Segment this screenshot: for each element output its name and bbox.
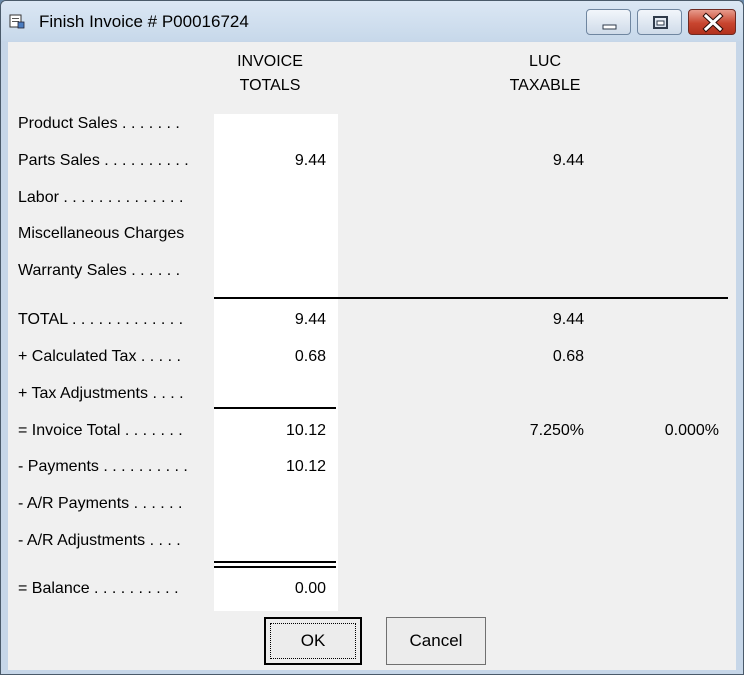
payments-label: - Payments . . . . . . . . . . xyxy=(18,458,188,475)
tax-adjustments-label: + Tax Adjustments . . . . xyxy=(18,385,184,402)
total-luc-value: 9.44 xyxy=(552,311,584,328)
title-bar[interactable]: Finish Invoice # P00016724 xyxy=(1,1,743,41)
maximize-button[interactable] xyxy=(637,9,682,35)
invoice-total-label: = Invoice Total . . . . . . . xyxy=(18,422,183,439)
other-tax-rate-value: 0.000% xyxy=(664,422,719,439)
parts-sales-invoice-value: 9.44 xyxy=(294,152,326,169)
balance-label: = Balance . . . . . . . . . . xyxy=(18,580,179,597)
ar-payments-label: - A/R Payments . . . . . . xyxy=(18,495,183,512)
labor-label: Labor . . . . . . . . . . . . . . xyxy=(18,189,184,206)
ok-button[interactable]: OK xyxy=(264,617,362,665)
focus-rectangle xyxy=(270,623,356,659)
cancel-button-label: Cancel xyxy=(409,631,463,650)
luc-taxable-header-line1: LUC xyxy=(528,53,561,70)
total-invoice-value: 9.44 xyxy=(294,311,326,328)
invoice-total-value: 10.12 xyxy=(285,422,326,439)
total-label: TOTAL . . . . . . . . . . . . . xyxy=(18,311,184,328)
balance-divider-top xyxy=(214,561,336,563)
minimize-button[interactable] xyxy=(586,9,631,35)
balance-divider-bottom xyxy=(214,566,336,568)
invoice-totals-header-line2: TOTALS xyxy=(239,77,301,94)
luc-taxable-header-line2: TAXABLE xyxy=(509,77,581,94)
close-icon xyxy=(702,12,724,33)
dialog-body: INVOICE TOTALS LUC TAXABLE Product Sales… xyxy=(8,42,736,670)
finish-invoice-window: Finish Invoice # P00016724 INVOICE TOTAL… xyxy=(0,0,744,675)
close-button[interactable] xyxy=(688,9,736,35)
cancel-button[interactable]: Cancel xyxy=(386,617,486,665)
warranty-sales-label: Warranty Sales . . . . . . xyxy=(18,262,181,279)
miscellaneous-charges-label: Miscellaneous Charges xyxy=(18,225,185,242)
parts-sales-label: Parts Sales . . . . . . . . . . xyxy=(18,152,189,169)
calculated-tax-invoice-value: 0.68 xyxy=(294,348,326,365)
luc-tax-rate-value: 7.250% xyxy=(529,422,584,439)
calculated-tax-luc-value: 0.68 xyxy=(552,348,584,365)
product-sales-label: Product Sales . . . . . . . xyxy=(18,115,180,132)
invoice-totals-header-line1: INVOICE xyxy=(237,53,303,70)
maximize-icon xyxy=(653,16,668,29)
invoice-app-icon xyxy=(9,14,25,29)
subtotal-divider xyxy=(214,297,728,299)
balance-invoice-value: 0.00 xyxy=(294,580,326,597)
minimize-icon xyxy=(602,24,617,30)
invoice-total-divider xyxy=(214,407,336,409)
calculated-tax-label: + Calculated Tax . . . . . xyxy=(18,348,181,365)
payments-invoice-value: 10.12 xyxy=(285,458,326,475)
window-title: Finish Invoice # P00016724 xyxy=(39,12,249,31)
ar-adjustments-label: - A/R Adjustments . . . . xyxy=(18,532,181,549)
parts-sales-luc-value: 9.44 xyxy=(552,152,584,169)
